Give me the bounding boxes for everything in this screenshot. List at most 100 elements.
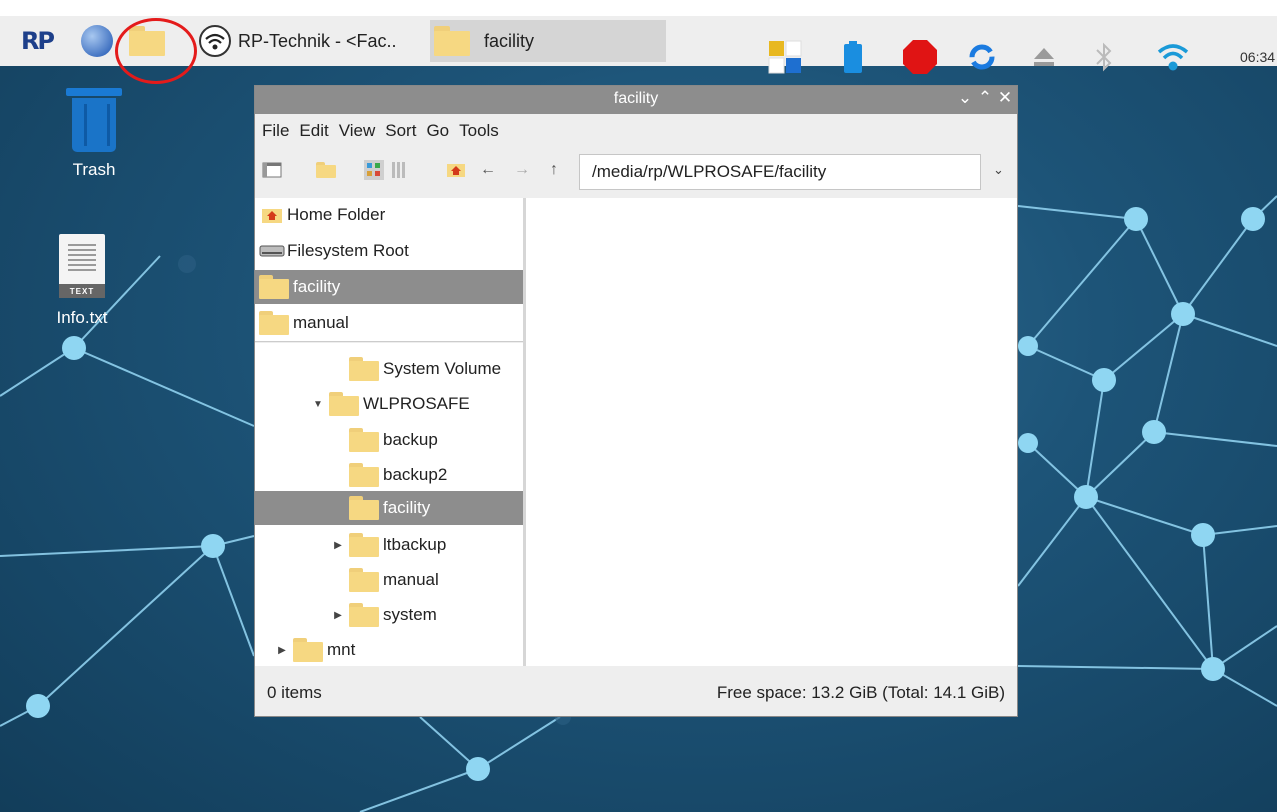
folder-icon: [434, 26, 470, 56]
close-icon[interactable]: ✕: [995, 88, 1015, 108]
home-button[interactable]: [445, 160, 467, 180]
task-facility[interactable]: facility: [430, 20, 666, 62]
sync-tray-icon[interactable]: [962, 32, 1002, 82]
sync-icon: [969, 44, 995, 70]
wifi-icon: [1157, 44, 1189, 71]
folder-icon: [349, 428, 379, 452]
bluetooth-icon: [1096, 42, 1112, 72]
minimize-icon[interactable]: ⌄: [955, 88, 975, 108]
tree-item-label: System Volume: [383, 359, 502, 378]
folder-icon: [349, 496, 379, 520]
folder-icon: [349, 357, 379, 381]
tree-item-backup2[interactable]: backup2: [331, 458, 447, 492]
menu-view[interactable]: View: [339, 121, 376, 141]
folder-icon: [349, 533, 379, 557]
wifi-circle-icon: [199, 25, 231, 57]
text-file-icon: TEXT: [59, 234, 105, 298]
wifi-tray-icon[interactable]: [1150, 32, 1196, 82]
menu-tools[interactable]: Tools: [459, 121, 499, 141]
file-list-pane[interactable]: [526, 198, 1017, 666]
highlight-circle-annotation: [115, 18, 197, 84]
menu-edit[interactable]: Edit: [299, 121, 328, 141]
directory-tree: System Volume ▼ WLPROSAFE backup backup2…: [255, 343, 523, 666]
tree-item-label: mnt: [327, 640, 356, 659]
expanded-arrow-icon[interactable]: ▼: [311, 399, 325, 410]
status-bar: 0 items Free space: 13.2 GiB (Total: 14.…: [255, 670, 1017, 716]
tree-item-label: backup2: [383, 465, 448, 484]
folder-icon: [349, 463, 379, 487]
raspberry-menu-button[interactable]: RP: [18, 22, 56, 60]
clock[interactable]: 06:34: [1240, 32, 1275, 82]
screen-top-margin: [0, 0, 1277, 16]
tree-item-system-volume[interactable]: System Volume: [331, 352, 501, 386]
globe-icon: [81, 25, 113, 57]
place-filesystem-root[interactable]: Filesystem Root: [255, 234, 523, 268]
menu-bar: File Edit View Sort Go Tools: [255, 116, 509, 146]
tree-item-ltbackup[interactable]: ▶ ltbackup: [331, 528, 446, 562]
text-file-tag: TEXT: [59, 284, 105, 298]
eject-icon: [1034, 48, 1054, 66]
folder-icon: [349, 568, 379, 592]
toolbar: ← → ↑ /media/rp/WLPROSAFE/facility ⌄: [255, 150, 1017, 194]
list-view-button[interactable]: [389, 160, 411, 180]
collapsed-arrow-icon[interactable]: ▶: [331, 540, 345, 551]
back-arrow-icon[interactable]: ←: [477, 160, 499, 180]
tree-item-wlprosafe[interactable]: ▼ WLPROSAFE: [311, 387, 470, 421]
trash-desktop-icon[interactable]: Trash: [54, 88, 134, 180]
tree-item-label: facility: [383, 498, 431, 517]
menu-sort[interactable]: Sort: [385, 121, 416, 141]
window-title: facility: [613, 90, 659, 107]
tree-item-system[interactable]: ▶ system: [331, 598, 437, 632]
dual-status-tray-icon[interactable]: [762, 32, 808, 82]
list-view-icon: [392, 162, 405, 178]
menu-go[interactable]: Go: [426, 121, 449, 141]
task-rp-technik[interactable]: RP-Technik - <Fac..: [238, 20, 428, 62]
maximize-icon[interactable]: ⌃: [975, 88, 995, 108]
web-browser-launcher[interactable]: [78, 22, 116, 60]
item-count: 0 items: [267, 683, 322, 702]
free-space: Free space: 13.2 GiB (Total: 14.1 GiB): [716, 683, 1005, 702]
collapsed-arrow-icon[interactable]: ▶: [275, 645, 289, 656]
place-label: facility: [293, 277, 341, 296]
new-window-button[interactable]: [261, 160, 283, 180]
place-home-folder[interactable]: Home Folder: [255, 198, 523, 232]
menu-file[interactable]: File: [262, 121, 289, 141]
network-launcher[interactable]: [196, 22, 234, 60]
tree-item-label: ltbackup: [383, 535, 447, 554]
tree-item-facility[interactable]: facility: [255, 491, 523, 525]
task-rp-technik-label: RP-Technik - <Fac..: [238, 30, 397, 51]
new-folder-button[interactable]: [315, 160, 337, 180]
forward-arrow-icon[interactable]: →: [511, 160, 533, 180]
tree-item-manual[interactable]: manual: [331, 563, 439, 597]
bluetooth-tray-icon[interactable]: [1086, 32, 1122, 82]
places-pane: Home Folder Filesystem Root facility man…: [255, 198, 523, 342]
folder-icon: [349, 603, 379, 627]
trash-icon: [66, 88, 122, 152]
window-titlebar[interactable]: facility ⌄ ⌃ ✕: [255, 86, 1017, 114]
tree-item-backup[interactable]: backup: [331, 423, 438, 457]
trash-label: Trash: [72, 160, 116, 179]
drive-icon: [259, 245, 285, 257]
folder-icon: [293, 638, 323, 662]
collapsed-arrow-icon[interactable]: ▶: [331, 610, 345, 621]
place-manual[interactable]: manual: [255, 306, 523, 340]
place-label: Filesystem Root: [287, 241, 409, 260]
rp-logo-icon: RP: [20, 27, 55, 55]
place-facility[interactable]: facility: [255, 270, 523, 304]
info-txt-desktop-icon[interactable]: TEXT Info.txt: [42, 234, 122, 328]
place-label: manual: [293, 313, 349, 332]
tree-item-label: manual: [383, 570, 439, 589]
path-input[interactable]: /media/rp/WLPROSAFE/facility: [579, 154, 981, 190]
folder-icon: [316, 162, 336, 178]
tree-item-mnt[interactable]: ▶ mnt: [275, 633, 355, 666]
home-folder-icon: [262, 209, 282, 223]
stop-tray-icon[interactable]: [898, 32, 942, 82]
up-arrow-icon[interactable]: ↑: [543, 160, 565, 180]
chevron-down-icon[interactable]: ⌄: [993, 162, 1004, 178]
file-manager-window: facility ⌄ ⌃ ✕ File Edit View Sort Go To…: [254, 85, 1018, 717]
eject-tray-icon[interactable]: [1026, 32, 1062, 82]
icon-view-icon: [364, 160, 384, 180]
tree-item-label: system: [383, 605, 437, 624]
icon-view-button[interactable]: [363, 160, 385, 180]
battery-tray-icon[interactable]: [838, 32, 868, 82]
